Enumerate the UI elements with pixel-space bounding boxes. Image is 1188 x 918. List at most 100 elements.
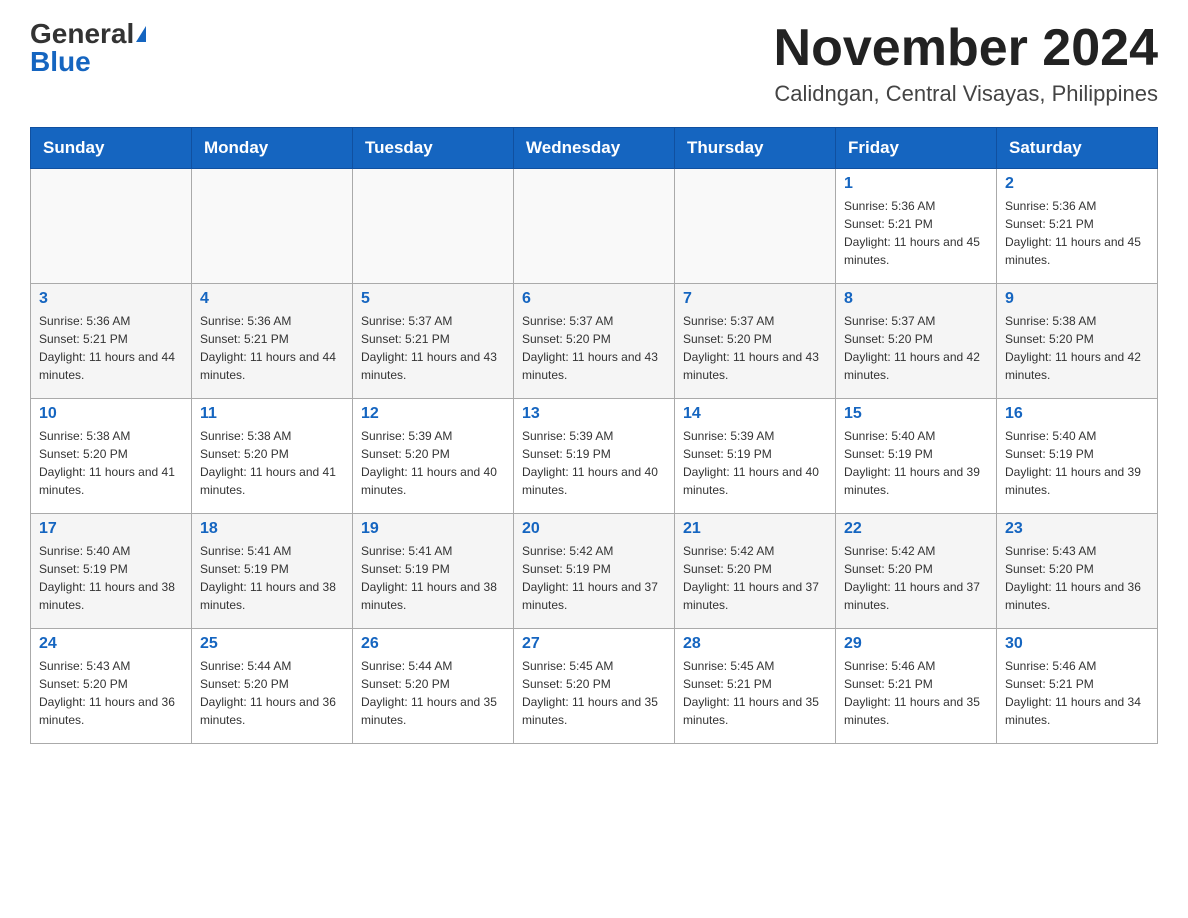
day-info: Sunrise: 5:37 AM Sunset: 5:20 PM Dayligh… bbox=[522, 312, 666, 384]
logo: General Blue bbox=[30, 20, 146, 76]
day-info: Sunrise: 5:45 AM Sunset: 5:21 PM Dayligh… bbox=[683, 657, 827, 729]
day-number: 17 bbox=[39, 520, 183, 538]
calendar-table: SundayMondayTuesdayWednesdayThursdayFrid… bbox=[30, 127, 1158, 744]
day-number: 30 bbox=[1005, 635, 1149, 653]
logo-general-text: General bbox=[30, 20, 134, 48]
calendar-cell bbox=[353, 169, 514, 284]
calendar-cell: 15 Sunrise: 5:40 AM Sunset: 5:19 PM Dayli… bbox=[836, 399, 997, 514]
page-header: General Blue November 2024 Calidngan, Ce… bbox=[30, 20, 1158, 107]
day-info: Sunrise: 5:36 AM Sunset: 5:21 PM Dayligh… bbox=[1005, 197, 1149, 269]
day-number: 13 bbox=[522, 405, 666, 423]
day-info: Sunrise: 5:36 AM Sunset: 5:21 PM Dayligh… bbox=[200, 312, 344, 384]
day-info: Sunrise: 5:40 AM Sunset: 5:19 PM Dayligh… bbox=[39, 542, 183, 614]
calendar-cell: 7 Sunrise: 5:37 AM Sunset: 5:20 PM Daylig… bbox=[675, 284, 836, 399]
logo-triangle-icon bbox=[136, 26, 146, 42]
day-info: Sunrise: 5:38 AM Sunset: 5:20 PM Dayligh… bbox=[200, 427, 344, 499]
weekday-header-thursday: Thursday bbox=[675, 128, 836, 169]
day-info: Sunrise: 5:45 AM Sunset: 5:20 PM Dayligh… bbox=[522, 657, 666, 729]
calendar-cell: 3 Sunrise: 5:36 AM Sunset: 5:21 PM Daylig… bbox=[31, 284, 192, 399]
weekday-header-wednesday: Wednesday bbox=[514, 128, 675, 169]
day-number: 27 bbox=[522, 635, 666, 653]
day-number: 7 bbox=[683, 290, 827, 308]
calendar-cell: 22Sunrise: 5:42 AM Sunset: 5:20 PM Dayli… bbox=[836, 514, 997, 629]
day-info: Sunrise: 5:36 AM Sunset: 5:21 PM Dayligh… bbox=[844, 197, 988, 269]
weekday-header-saturday: Saturday bbox=[997, 128, 1158, 169]
logo-blue-text: Blue bbox=[30, 46, 91, 77]
day-info: Sunrise: 5:39 AM Sunset: 5:20 PM Dayligh… bbox=[361, 427, 505, 499]
location-text: Calidngan, Central Visayas, Philippines bbox=[774, 81, 1158, 107]
day-info: Sunrise: 5:38 AM Sunset: 5:20 PM Dayligh… bbox=[39, 427, 183, 499]
day-number: 28 bbox=[683, 635, 827, 653]
day-info: Sunrise: 5:44 AM Sunset: 5:20 PM Dayligh… bbox=[361, 657, 505, 729]
day-info: Sunrise: 5:44 AM Sunset: 5:20 PM Dayligh… bbox=[200, 657, 344, 729]
day-info: Sunrise: 5:39 AM Sunset: 5:19 PM Dayligh… bbox=[522, 427, 666, 499]
calendar-week-row: 17 Sunrise: 5:40 AM Sunset: 5:19 PM Dayli… bbox=[31, 514, 1158, 629]
day-info: Sunrise: 5:42 AM Sunset: 5:20 PM Dayligh… bbox=[683, 542, 827, 614]
day-number: 10 bbox=[39, 405, 183, 423]
calendar-cell: 14 Sunrise: 5:39 AM Sunset: 5:19 PM Dayli… bbox=[675, 399, 836, 514]
day-number: 11 bbox=[200, 405, 344, 423]
title-section: November 2024 Calidngan, Central Visayas… bbox=[774, 20, 1158, 107]
calendar-cell: 24Sunrise: 5:43 AM Sunset: 5:20 PM Dayli… bbox=[31, 629, 192, 744]
calendar-header-row: SundayMondayTuesdayWednesdayThursdayFrid… bbox=[31, 128, 1158, 169]
day-number: 19 bbox=[361, 520, 505, 538]
calendar-cell: 16Sunrise: 5:40 AM Sunset: 5:19 PM Dayli… bbox=[997, 399, 1158, 514]
day-info: Sunrise: 5:40 AM Sunset: 5:19 PM Dayligh… bbox=[844, 427, 988, 499]
weekday-header-tuesday: Tuesday bbox=[353, 128, 514, 169]
calendar-cell: 6 Sunrise: 5:37 AM Sunset: 5:20 PM Daylig… bbox=[514, 284, 675, 399]
day-info: Sunrise: 5:39 AM Sunset: 5:19 PM Dayligh… bbox=[683, 427, 827, 499]
calendar-cell: 28 Sunrise: 5:45 AM Sunset: 5:21 PM Dayli… bbox=[675, 629, 836, 744]
day-info: Sunrise: 5:46 AM Sunset: 5:21 PM Dayligh… bbox=[844, 657, 988, 729]
day-info: Sunrise: 5:46 AM Sunset: 5:21 PM Dayligh… bbox=[1005, 657, 1149, 729]
calendar-cell: 1 Sunrise: 5:36 AM Sunset: 5:21 PM Daylig… bbox=[836, 169, 997, 284]
day-number: 3 bbox=[39, 290, 183, 308]
weekday-header-monday: Monday bbox=[192, 128, 353, 169]
calendar-cell: 27 Sunrise: 5:45 AM Sunset: 5:20 PM Dayli… bbox=[514, 629, 675, 744]
day-number: 18 bbox=[200, 520, 344, 538]
day-number: 29 bbox=[844, 635, 988, 653]
day-number: 25 bbox=[200, 635, 344, 653]
day-info: Sunrise: 5:37 AM Sunset: 5:20 PM Dayligh… bbox=[683, 312, 827, 384]
calendar-cell: 13 Sunrise: 5:39 AM Sunset: 5:19 PM Dayli… bbox=[514, 399, 675, 514]
calendar-cell bbox=[675, 169, 836, 284]
calendar-cell: 21 Sunrise: 5:42 AM Sunset: 5:20 PM Dayli… bbox=[675, 514, 836, 629]
calendar-cell: 25 Sunrise: 5:44 AM Sunset: 5:20 PM Dayli… bbox=[192, 629, 353, 744]
calendar-cell: 4 Sunrise: 5:36 AM Sunset: 5:21 PM Daylig… bbox=[192, 284, 353, 399]
calendar-cell: 26Sunrise: 5:44 AM Sunset: 5:20 PM Dayli… bbox=[353, 629, 514, 744]
calendar-week-row: 24Sunrise: 5:43 AM Sunset: 5:20 PM Dayli… bbox=[31, 629, 1158, 744]
day-number: 6 bbox=[522, 290, 666, 308]
day-info: Sunrise: 5:42 AM Sunset: 5:19 PM Dayligh… bbox=[522, 542, 666, 614]
day-number: 12 bbox=[361, 405, 505, 423]
day-number: 14 bbox=[683, 405, 827, 423]
calendar-cell: 18 Sunrise: 5:41 AM Sunset: 5:19 PM Dayli… bbox=[192, 514, 353, 629]
day-info: Sunrise: 5:42 AM Sunset: 5:20 PM Dayligh… bbox=[844, 542, 988, 614]
calendar-cell bbox=[192, 169, 353, 284]
day-number: 24 bbox=[39, 635, 183, 653]
day-number: 4 bbox=[200, 290, 344, 308]
calendar-cell: 2Sunrise: 5:36 AM Sunset: 5:21 PM Daylig… bbox=[997, 169, 1158, 284]
day-number: 20 bbox=[522, 520, 666, 538]
calendar-cell: 9Sunrise: 5:38 AM Sunset: 5:20 PM Daylig… bbox=[997, 284, 1158, 399]
day-info: Sunrise: 5:36 AM Sunset: 5:21 PM Dayligh… bbox=[39, 312, 183, 384]
day-number: 23 bbox=[1005, 520, 1149, 538]
day-number: 8 bbox=[844, 290, 988, 308]
day-number: 5 bbox=[361, 290, 505, 308]
calendar-cell: 5Sunrise: 5:37 AM Sunset: 5:21 PM Daylig… bbox=[353, 284, 514, 399]
calendar-cell: 23 Sunrise: 5:43 AM Sunset: 5:20 PM Dayli… bbox=[997, 514, 1158, 629]
day-info: Sunrise: 5:40 AM Sunset: 5:19 PM Dayligh… bbox=[1005, 427, 1149, 499]
calendar-cell: 20 Sunrise: 5:42 AM Sunset: 5:19 PM Dayli… bbox=[514, 514, 675, 629]
day-number: 15 bbox=[844, 405, 988, 423]
calendar-cell bbox=[31, 169, 192, 284]
calendar-week-row: 3 Sunrise: 5:36 AM Sunset: 5:21 PM Daylig… bbox=[31, 284, 1158, 399]
day-info: Sunrise: 5:43 AM Sunset: 5:20 PM Dayligh… bbox=[1005, 542, 1149, 614]
calendar-week-row: 1 Sunrise: 5:36 AM Sunset: 5:21 PM Daylig… bbox=[31, 169, 1158, 284]
day-info: Sunrise: 5:41 AM Sunset: 5:19 PM Dayligh… bbox=[200, 542, 344, 614]
day-info: Sunrise: 5:38 AM Sunset: 5:20 PM Dayligh… bbox=[1005, 312, 1149, 384]
calendar-cell: 17 Sunrise: 5:40 AM Sunset: 5:19 PM Dayli… bbox=[31, 514, 192, 629]
day-info: Sunrise: 5:37 AM Sunset: 5:20 PM Dayligh… bbox=[844, 312, 988, 384]
weekday-header-friday: Friday bbox=[836, 128, 997, 169]
day-number: 21 bbox=[683, 520, 827, 538]
calendar-cell: 29 Sunrise: 5:46 AM Sunset: 5:21 PM Dayli… bbox=[836, 629, 997, 744]
day-number: 1 bbox=[844, 175, 988, 193]
month-title: November 2024 bbox=[774, 20, 1158, 77]
